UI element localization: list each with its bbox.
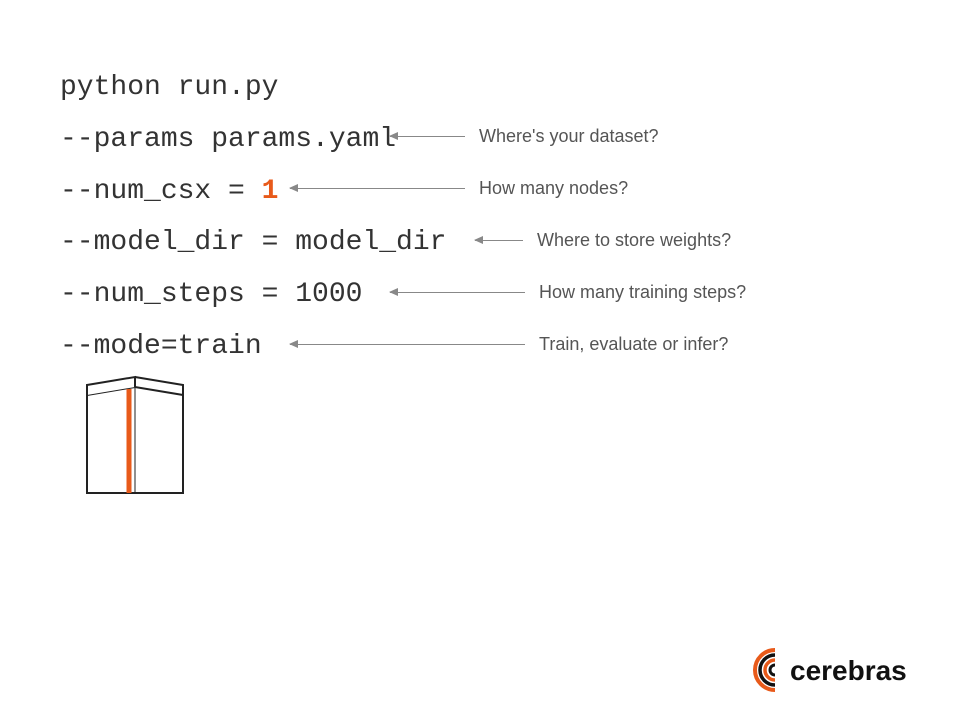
code-line-modeldir: --model_dir = model_dir [60,217,446,269]
cerebras-logo: cerebras [750,645,930,695]
annotation-row-modeldir: Where to store weights? [475,214,731,266]
folded-document-icon [85,375,185,495]
code-line-command: python run.py [60,62,446,114]
code-numcsx-value: 1 [262,176,279,207]
annotation-text-params: Where's your dataset? [479,126,659,147]
annotation-row-mode: Train, evaluate or infer? [290,318,728,370]
logo-text: cerebras [790,655,907,686]
arrow-icon [290,344,525,345]
code-numcsx-prefix: --num_csx = [60,176,262,207]
annotation-row-numsteps: How many training steps? [390,266,746,318]
arrow-icon [390,136,465,137]
arrow-icon [390,292,525,293]
annotation-text-modeldir: Where to store weights? [537,230,731,251]
annotation-row-params: Where's your dataset? [390,110,659,162]
arrow-icon [475,240,523,241]
annotation-text-numcsx: How many nodes? [479,178,628,199]
code-line-params: --params params.yaml [60,114,446,166]
annotation-row-numcsx: How many nodes? [290,162,628,214]
arrow-icon [290,188,465,189]
annotation-text-numsteps: How many training steps? [539,282,746,303]
annotation-text-mode: Train, evaluate or infer? [539,334,728,355]
